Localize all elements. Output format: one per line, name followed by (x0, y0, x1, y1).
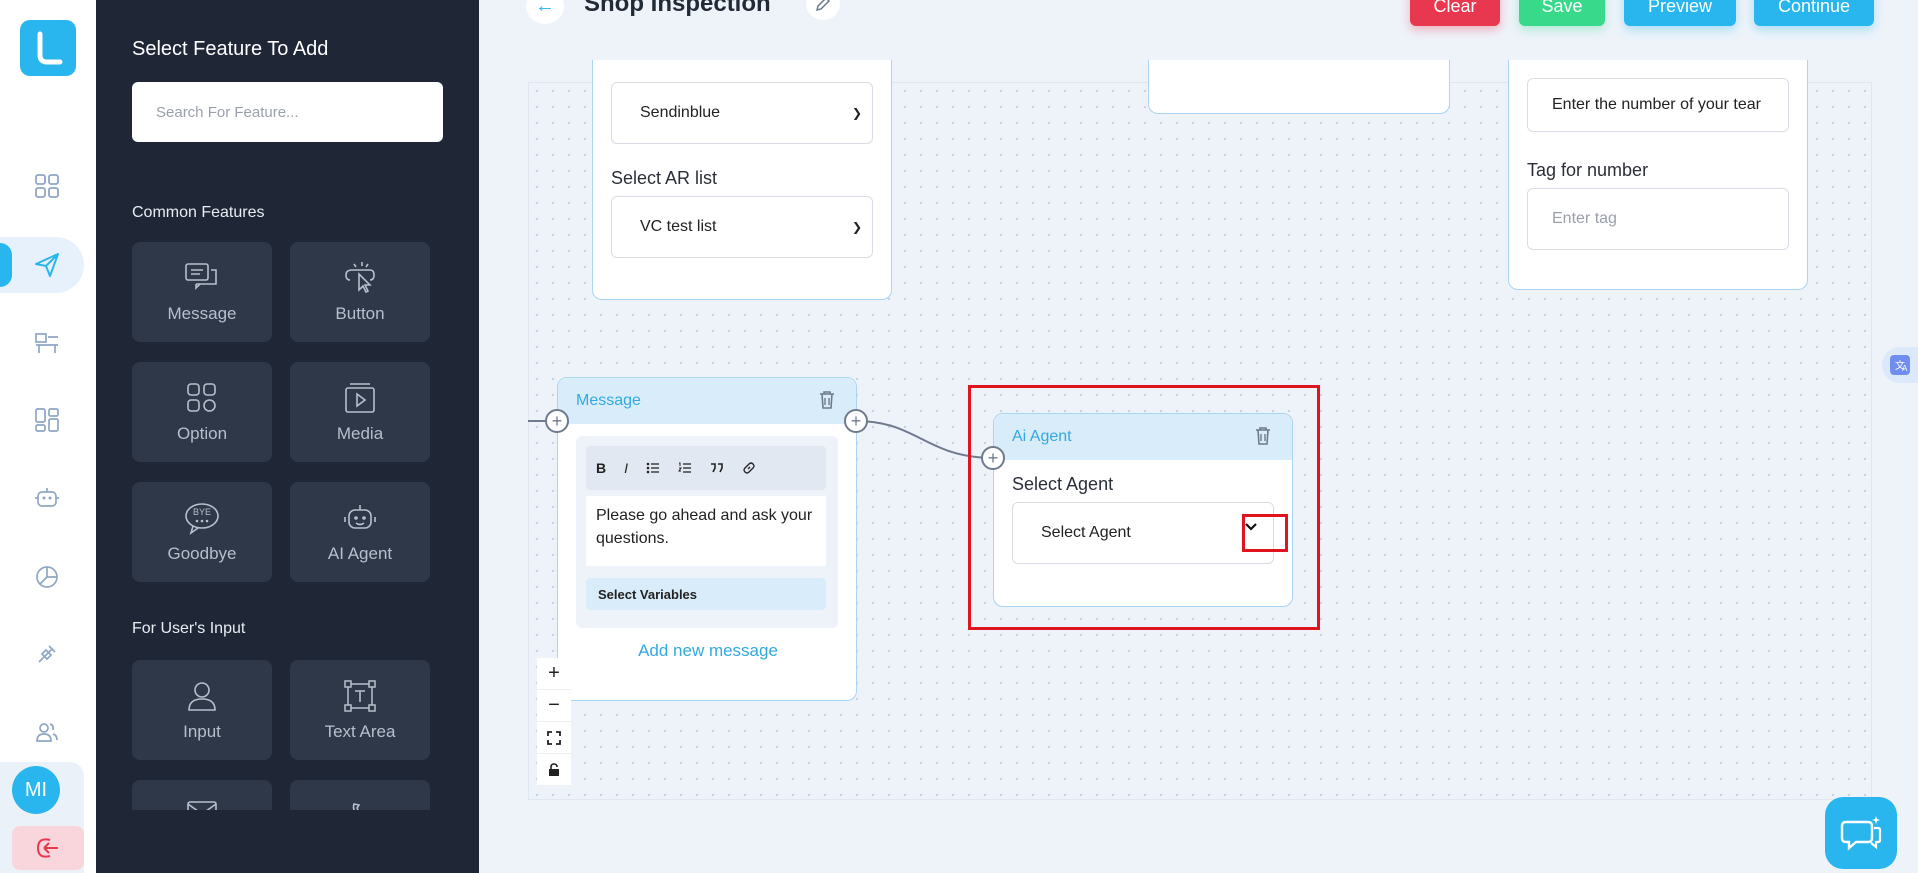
chat-bubbles-icon (1840, 816, 1882, 851)
lock-icon (549, 762, 559, 776)
chevron-down-icon: ❯ (851, 106, 862, 120)
feature-label: Text Area (324, 722, 396, 741)
zoom-in-button[interactable]: + (537, 658, 571, 690)
feature-tile-button[interactable]: Button (290, 242, 430, 342)
add-new-message-link[interactable]: Add new message (558, 641, 858, 661)
message-editor-wrap: B I Please go ahead and ask your questio… (576, 436, 838, 628)
ar-list-label: Select AR list (611, 168, 718, 188)
media-icon (341, 380, 379, 416)
team-number-card: Enter the number of your tear Tag for nu… (1508, 60, 1808, 290)
users-icon[interactable] (30, 715, 64, 749)
clear-button[interactable]: Clear (1410, 0, 1500, 26)
fullscreen-icon (547, 730, 561, 745)
message-node-title: Message (576, 392, 641, 409)
plug-icon[interactable] (30, 637, 64, 671)
highlight-select-dropdown (1242, 514, 1288, 552)
feature-panel: Select Feature To Add Common Features Me… (96, 0, 479, 873)
dashboard-icon[interactable] (30, 169, 64, 203)
text-area-icon (341, 678, 379, 714)
icon-rail: MI (0, 0, 96, 873)
user-input-title: For User's Input (132, 620, 246, 637)
message-input-handle[interactable]: + (545, 409, 569, 433)
svg-text:BYE: BYE (193, 507, 211, 517)
goodbye-bubble-icon: BYE (183, 500, 221, 536)
highlight-ai-agent-node (968, 385, 1320, 630)
feature-tile-message[interactable]: Message (132, 242, 272, 342)
feature-search-input[interactable] (132, 82, 443, 142)
hidden-card-fragment (1148, 60, 1450, 114)
common-features-title: Common Features (132, 204, 265, 221)
zoom-out-button[interactable]: − (537, 690, 571, 722)
apps-icon[interactable] (30, 403, 64, 437)
button-click-icon (341, 260, 379, 296)
editor-toolbar: B I (586, 446, 826, 490)
tag-input[interactable]: Enter tag (1527, 188, 1789, 250)
arrow-left-icon: ← (535, 0, 555, 17)
feature-label: Option (176, 424, 228, 443)
ar-list-value: VC test list (640, 218, 717, 235)
user-icon (183, 678, 221, 714)
send-icon[interactable] (30, 248, 64, 282)
feature-tile-media[interactable]: Media (290, 362, 430, 462)
robot-icon (341, 500, 379, 536)
rail-active-indicator (0, 243, 12, 287)
translate-button[interactable]: 文A (1882, 347, 1918, 383)
feature-label: AI Agent (327, 544, 393, 563)
quote-icon[interactable] (710, 462, 724, 474)
message-output-handle[interactable]: + (844, 409, 868, 433)
back-button[interactable]: ← (526, 0, 564, 24)
team-number-value: Enter the number of your tear (1552, 96, 1761, 113)
avatar[interactable]: MI (12, 766, 60, 814)
link-icon[interactable] (742, 461, 756, 475)
ar-provider-value: Sendinblue (640, 104, 721, 121)
panel-title: Select Feature To Add (132, 38, 329, 60)
fit-view-button[interactable] (537, 722, 571, 754)
logout-icon (36, 838, 58, 858)
team-number-input[interactable]: Enter the number of your tear (1527, 78, 1789, 132)
ar-provider-select[interactable]: Sendinblue ❯ (611, 82, 873, 144)
italic-button[interactable]: I (624, 460, 628, 476)
continue-button[interactable]: Continue (1754, 0, 1874, 26)
logout-button[interactable] (12, 826, 84, 870)
bullet-list-icon[interactable] (646, 462, 660, 474)
tag-placeholder: Enter tag (1552, 210, 1617, 227)
lock-button[interactable] (537, 754, 571, 786)
app-logo[interactable] (20, 20, 76, 76)
feature-tile-goodbye[interactable]: BYE Goodbye (132, 482, 272, 582)
translate-icon: 文A (1890, 355, 1910, 375)
pencil-icon (815, 0, 831, 12)
chat-support-button[interactable] (1825, 797, 1897, 869)
chevron-down-icon: ❯ (851, 220, 862, 234)
feature-tile-option[interactable]: Option (132, 362, 272, 462)
feature-tile-ai-agent[interactable]: AI Agent (290, 482, 430, 582)
feature-label: Message (167, 304, 237, 323)
feature-tile-text-area[interactable]: Text Area (290, 660, 430, 760)
feature-label: Input (183, 722, 221, 741)
save-button[interactable]: Save (1519, 0, 1605, 26)
feature-label: Media (336, 424, 384, 443)
panel-fade (96, 810, 479, 873)
select-variables-button[interactable]: Select Variables (586, 578, 826, 610)
page-title: Shop Inspection (584, 0, 771, 17)
chart-pie-icon[interactable] (30, 559, 64, 593)
feature-tile-input[interactable]: Input (132, 660, 272, 760)
bot-icon[interactable] (30, 481, 64, 515)
trash-icon[interactable] (818, 390, 836, 410)
bold-button[interactable]: B (596, 460, 606, 476)
feature-label: Button (335, 304, 385, 323)
message-text-editor[interactable]: Please go ahead and ask your questions. (586, 496, 826, 566)
feature-label: Goodbye (167, 544, 237, 563)
svg-text:A: A (1902, 364, 1908, 373)
message-node[interactable]: Message B I Please go ahead and ask your… (557, 377, 857, 701)
message-icon (183, 260, 221, 296)
ar-list-select[interactable]: VC test list ❯ (611, 196, 873, 258)
desk-icon[interactable] (30, 325, 64, 359)
numbered-list-icon[interactable] (678, 462, 692, 474)
logo-icon (37, 31, 63, 65)
preview-button[interactable]: Preview (1624, 0, 1736, 26)
option-grid-icon (183, 380, 221, 416)
autoresponder-card: Sendinblue ❯ Select AR list VC test list… (592, 60, 892, 300)
tag-label: Tag for number (1527, 160, 1649, 180)
edit-title-button[interactable] (806, 0, 840, 20)
